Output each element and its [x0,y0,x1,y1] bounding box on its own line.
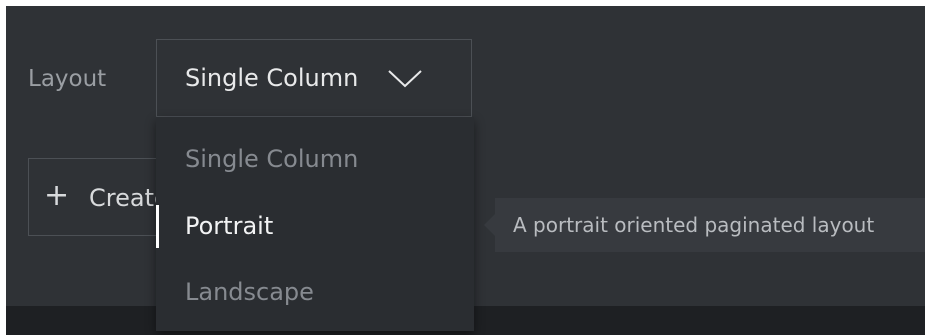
layout-label: Layout [28,66,107,92]
menu-item-portrait[interactable]: Portrait [156,193,474,259]
tooltip-arrow [484,214,495,236]
settings-panel: Layout Single Column + Create Single Col… [6,6,925,335]
menu-item-label: Single Column [185,145,359,173]
menu-item-single-column[interactable]: Single Column [156,126,474,192]
menu-item-label: Landscape [185,278,314,306]
menu-item-label: Portrait [185,212,274,240]
chevron-down-icon [388,70,422,88]
selected-indicator [156,205,159,248]
tooltip-text: A portrait oriented paginated layout [513,213,875,237]
layout-dropdown[interactable]: Single Column [156,39,472,117]
menu-item-landscape[interactable]: Landscape [156,259,474,325]
option-tooltip: A portrait oriented paginated layout [484,198,925,252]
layout-dropdown-value: Single Column [185,64,359,92]
plus-icon: + [44,178,70,213]
layout-dropdown-menu: Single Column Portrait Landscape [156,117,474,331]
